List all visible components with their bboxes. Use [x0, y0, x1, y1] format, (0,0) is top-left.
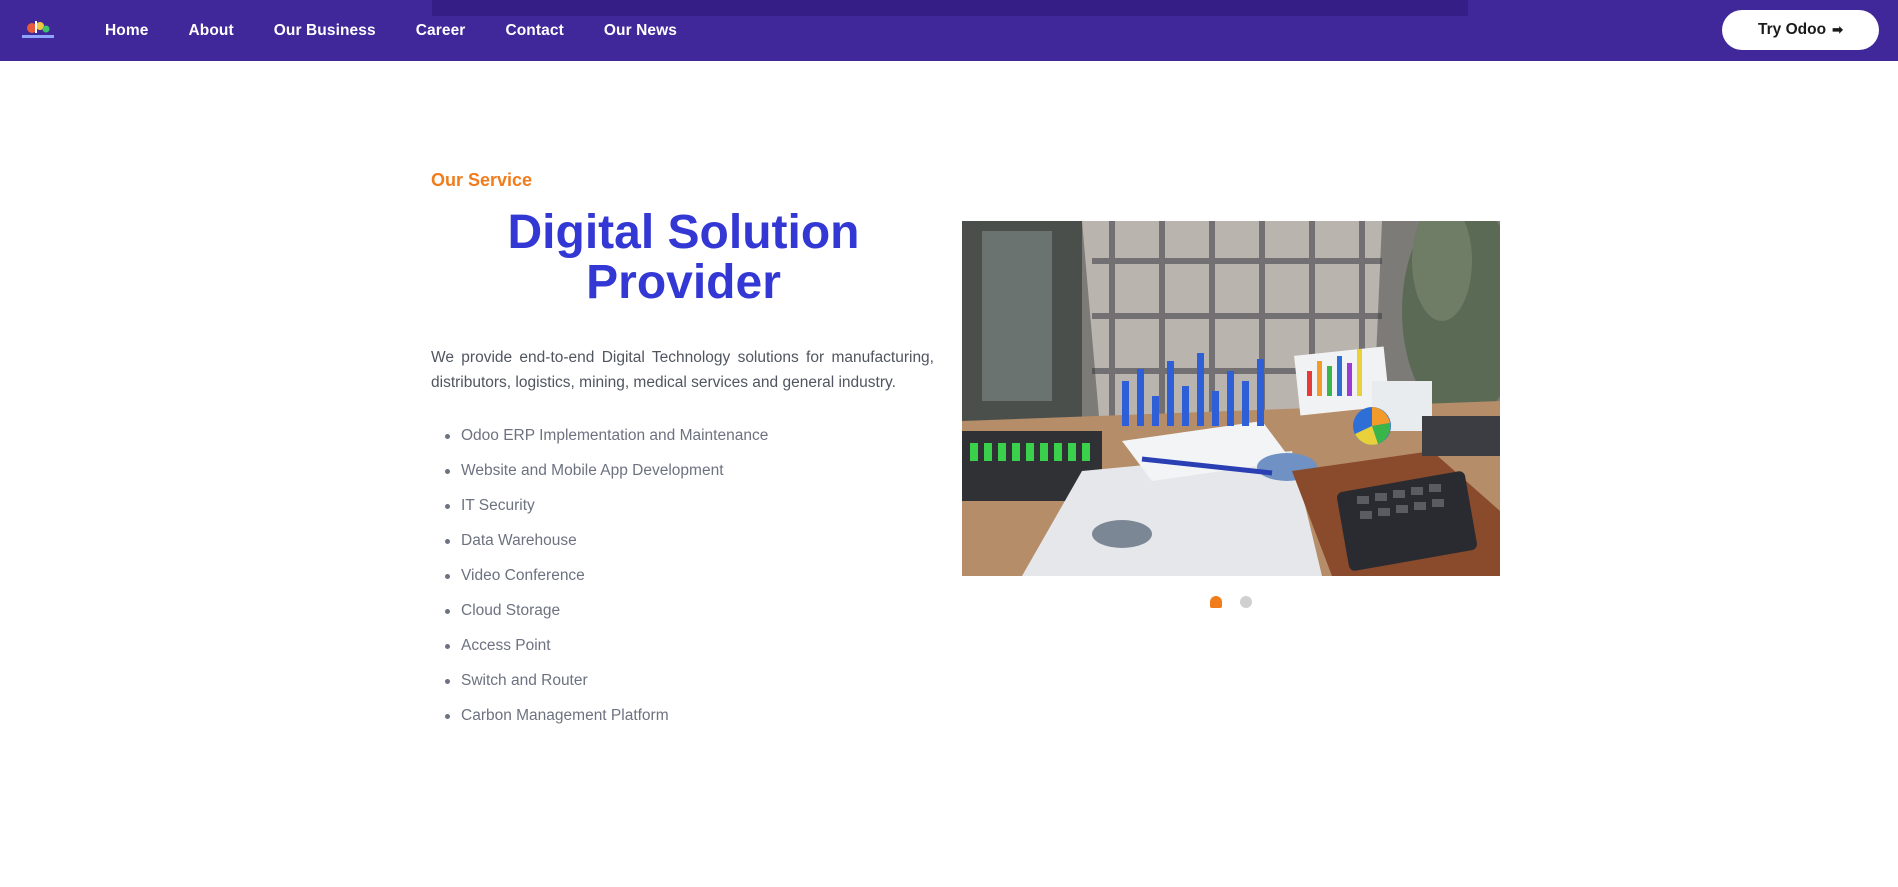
service-item: Cloud Storage — [445, 601, 768, 636]
nav-link-our-business[interactable]: Our Business — [274, 22, 376, 40]
main-nav: Home About Our Business Career Contact O… — [105, 0, 717, 61]
service-label: IT Security — [461, 497, 535, 514]
bullet-icon — [445, 609, 450, 614]
nav-link-career[interactable]: Career — [416, 22, 466, 40]
try-odoo-button[interactable]: Try Odoo ➡ — [1722, 10, 1879, 50]
bullet-icon — [445, 539, 450, 544]
service-label: Odoo ERP Implementation and Maintenance — [461, 427, 769, 444]
bullet-icon — [445, 714, 450, 719]
service-item: Video Conference — [445, 566, 768, 601]
try-odoo-label: Try Odoo — [1758, 21, 1827, 38]
service-label: Website and Mobile App Development — [461, 462, 724, 479]
service-label: Carbon Management Platform — [461, 707, 669, 724]
bullet-icon — [445, 469, 450, 474]
service-label: Cloud Storage — [461, 602, 561, 619]
service-item: Access Point — [445, 636, 768, 671]
service-item: Switch and Router — [445, 671, 768, 706]
service-item: Odoo ERP Implementation and Maintenance — [445, 426, 768, 461]
service-item: Data Warehouse — [445, 531, 768, 566]
arrow-right-icon: ➡ — [1832, 22, 1843, 37]
service-item: IT Security — [445, 496, 768, 531]
nav-link-our-news[interactable]: Our News — [604, 22, 677, 40]
bullet-icon — [445, 574, 450, 579]
bullet-icon — [445, 504, 450, 509]
service-list: Odoo ERP Implementation and Maintenance … — [445, 426, 768, 741]
bullet-icon — [445, 434, 450, 439]
section-intro: We provide end-to-end Digital Technology… — [431, 349, 934, 391]
service-item: Website and Mobile App Development — [445, 461, 768, 496]
nav-link-about[interactable]: About — [188, 22, 233, 40]
carousel-slide-image — [962, 221, 1500, 576]
carousel-pager — [1210, 596, 1270, 608]
nav-link-contact[interactable]: Contact — [505, 22, 563, 40]
bullet-icon — [445, 644, 450, 649]
company-logo[interactable] — [20, 18, 56, 42]
service-label: Switch and Router — [461, 672, 588, 689]
service-label: Video Conference — [461, 567, 585, 584]
section-eyebrow: Our Service — [431, 170, 533, 190]
service-label: Data Warehouse — [461, 532, 577, 549]
top-navbar: Home About Our Business Career Contact O… — [0, 0, 1898, 61]
bullet-icon — [445, 679, 450, 684]
carousel-dot-2[interactable] — [1240, 596, 1252, 608]
service-label: Access Point — [461, 637, 551, 654]
section-heading: Digital Solution Provider — [507, 206, 860, 309]
service-item: Carbon Management Platform — [445, 706, 768, 741]
carousel-dot-1[interactable] — [1210, 596, 1222, 608]
nav-link-home[interactable]: Home — [105, 22, 148, 40]
analytics-desk-photo — [962, 221, 1500, 576]
